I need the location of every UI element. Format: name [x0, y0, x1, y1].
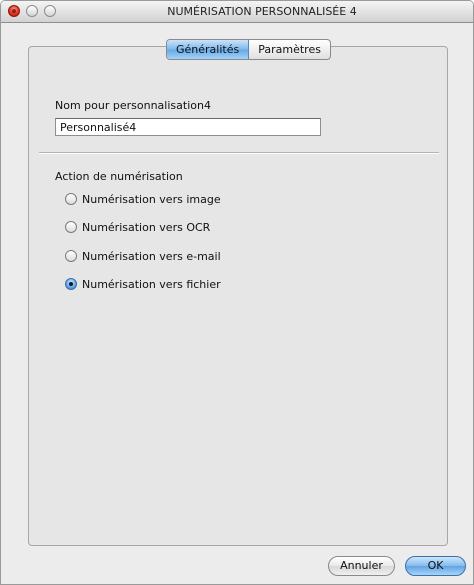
section-divider — [39, 152, 439, 154]
name-input[interactable] — [55, 118, 321, 136]
radio-button-selected[interactable] — [65, 278, 77, 290]
zoom-window-icon[interactable] — [44, 5, 56, 17]
radio-label: Numérisation vers OCR — [82, 220, 211, 234]
tab-settings[interactable]: Paramètres — [249, 40, 330, 59]
radio-option-image[interactable]: Numérisation vers image — [65, 191, 221, 207]
radio-button[interactable] — [65, 221, 77, 233]
name-field-label: Nom pour personnalisation4 — [55, 99, 211, 112]
title-bar[interactable]: NUMÉRISATION PERSONNALISÉE 4 — [1, 1, 473, 23]
close-window-icon[interactable] — [8, 5, 20, 17]
tab-bar: Généralités Paramètres — [166, 39, 331, 60]
close-dot-icon — [12, 9, 16, 13]
cancel-button[interactable]: Annuler — [328, 556, 395, 576]
radio-label: Numérisation vers e-mail — [82, 249, 221, 263]
minimize-window-icon[interactable] — [26, 5, 38, 17]
radio-option-ocr[interactable]: Numérisation vers OCR — [65, 219, 210, 235]
radio-button[interactable] — [65, 193, 77, 205]
dialog-window: NUMÉRISATION PERSONNALISÉE 4 Généralités… — [0, 0, 474, 585]
radio-label: Numérisation vers image — [82, 192, 221, 206]
ok-button[interactable]: OK — [405, 556, 466, 576]
tab-general[interactable]: Généralités — [167, 40, 250, 59]
radio-label: Numérisation vers fichier — [82, 277, 221, 291]
window-title: NUMÉRISATION PERSONNALISÉE 4 — [167, 5, 357, 18]
radio-button[interactable] — [65, 250, 77, 262]
radio-option-email[interactable]: Numérisation vers e-mail — [65, 248, 221, 264]
scan-action-label: Action de numérisation — [55, 170, 183, 183]
radio-option-file[interactable]: Numérisation vers fichier — [65, 276, 221, 292]
radio-dot-icon — [69, 282, 73, 286]
